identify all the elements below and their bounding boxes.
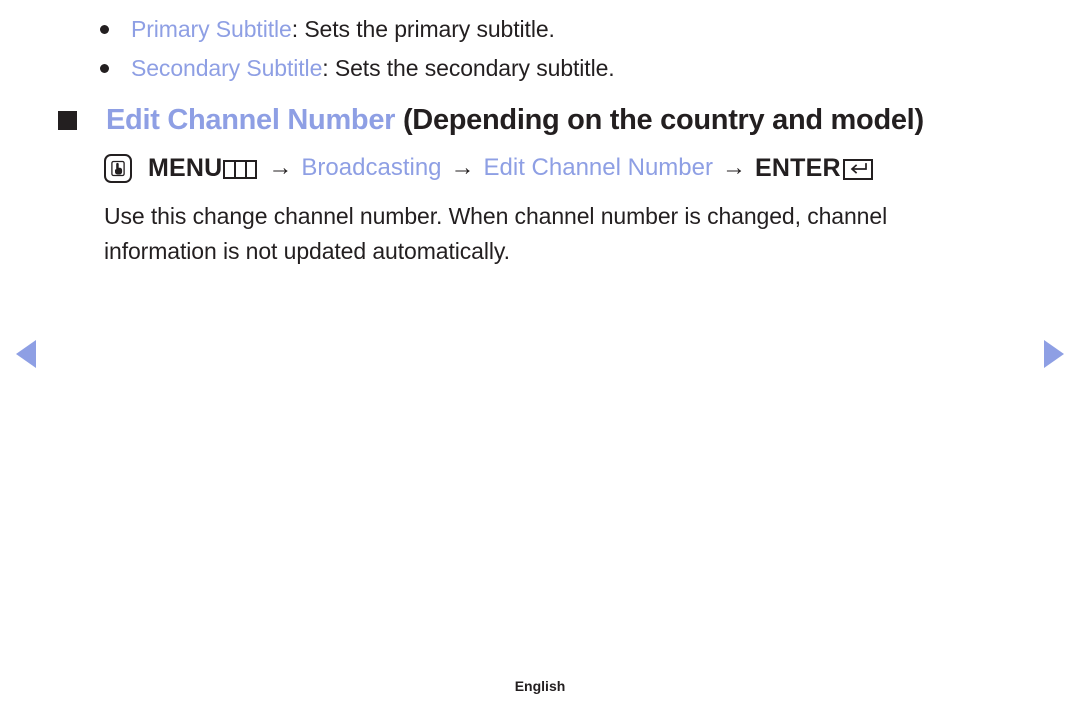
triangle-left-icon[interactable] xyxy=(16,340,36,368)
dot-bullet-icon xyxy=(100,64,109,73)
section-heading-text: Edit Channel Number (Depending on the co… xyxy=(106,100,924,140)
section-heading: Edit Channel Number (Depending on the co… xyxy=(58,100,924,140)
subtitle-options-list: Primary Subtitle: Sets the primary subti… xyxy=(100,10,1000,88)
triangle-right-icon[interactable] xyxy=(1044,340,1064,368)
path-separator-icon: → xyxy=(450,154,475,181)
list-item-term: Secondary Subtitle xyxy=(131,55,323,81)
list-item-description: : Sets the secondary subtitle. xyxy=(322,55,615,81)
section-heading-link: Edit Channel Number xyxy=(106,104,396,136)
menu-button-label: MENU xyxy=(148,154,223,182)
path-separator-icon: → xyxy=(721,154,746,181)
footer-language: English xyxy=(514,678,566,694)
menu-path-step-edit-channel-number: Edit Channel Number xyxy=(483,154,713,181)
hand-press-icon xyxy=(104,153,132,183)
list-item-content: Primary Subtitle: Sets the primary subti… xyxy=(131,10,555,49)
list-item: Primary Subtitle: Sets the primary subti… xyxy=(100,10,1000,49)
section-heading-note: (Depending on the country and model) xyxy=(402,104,924,136)
path-separator-icon: → xyxy=(268,154,293,181)
menu-path-breadcrumb: MENU → Broadcasting → Edit Channel Numbe… xyxy=(104,152,873,184)
enter-return-icon xyxy=(842,158,873,180)
three-bars-icon xyxy=(223,159,258,179)
list-item-term: Primary Subtitle xyxy=(131,16,292,42)
section-heading-note-spacer xyxy=(395,104,403,136)
list-item-content: Secondary Subtitle: Sets the secondary s… xyxy=(131,49,615,88)
square-bullet-icon xyxy=(58,111,77,130)
manual-page: Primary Subtitle: Sets the primary subti… xyxy=(0,0,1080,705)
dot-bullet-icon xyxy=(100,25,109,34)
enter-button-label: ENTER xyxy=(754,154,841,182)
menu-path-step-broadcasting: Broadcasting xyxy=(301,154,442,181)
list-item: Secondary Subtitle: Sets the secondary s… xyxy=(100,49,1000,88)
list-item-description: : Sets the primary subtitle. xyxy=(291,16,555,42)
body-paragraph: Use this change channel number. When cha… xyxy=(104,203,888,264)
